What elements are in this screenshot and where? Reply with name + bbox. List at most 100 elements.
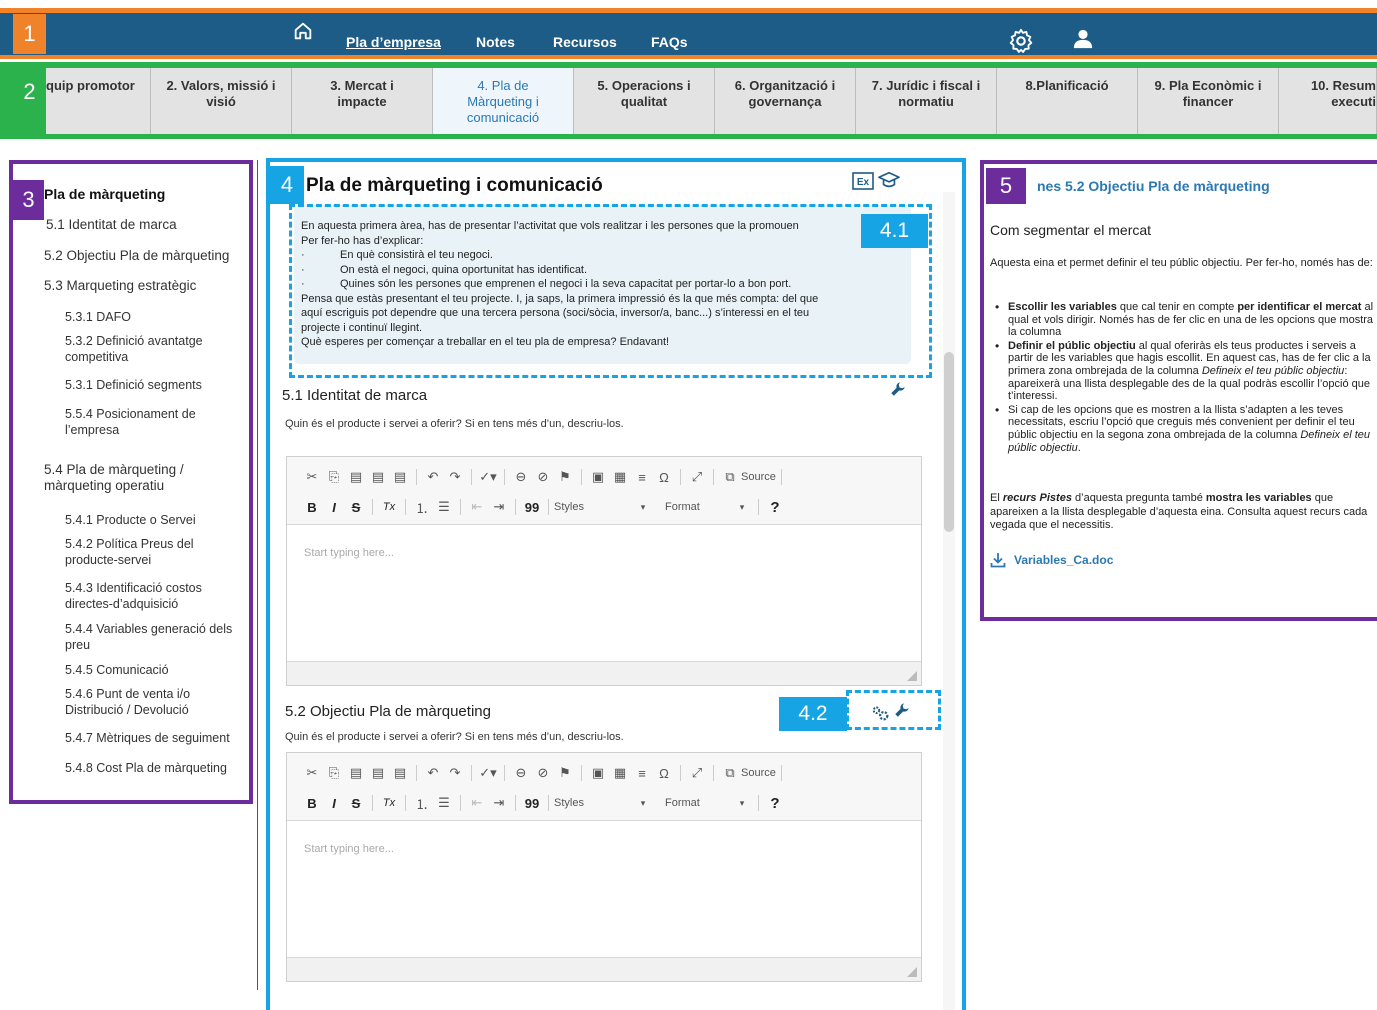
gears-icon[interactable] (870, 703, 892, 723)
strike-button[interactable]: S (345, 500, 367, 515)
special-char-icon[interactable]: Ω (653, 766, 675, 781)
nav-link-pla-empresa[interactable]: Pla d’empresa (346, 34, 441, 50)
help-button[interactable]: ? (764, 795, 786, 812)
maximize-icon[interactable]: ⤢ (686, 765, 708, 781)
rich-text-editor-5-2[interactable]: ✂ ⎘ ▤ ▤ ▤ ↶ ↷ ✓▾ ⊖ ⊘ ⚑ ▣ ▦ ≡ Ω ⤢ ⧉ Sourc… (286, 752, 922, 982)
tab-resum-executiu[interactable]: 10. Resum executi (1279, 68, 1377, 134)
paste-text-icon[interactable]: ▤ (367, 765, 389, 781)
cut-icon[interactable]: ✂ (301, 765, 323, 781)
sidebar-item-5-4-3[interactable]: 5.4.3 Identificació costos directes-d’ad… (65, 580, 235, 612)
sidebar-item-5-4-7[interactable]: 5.4.7 Mètriques de seguiment (65, 730, 230, 746)
outdent-icon[interactable]: ⇤ (466, 795, 488, 811)
tab-equip-promotor[interactable]: quip promotor (46, 68, 151, 134)
source-icon[interactable]: ⧉ (719, 469, 741, 485)
table-icon[interactable]: ▦ (609, 469, 631, 485)
strike-button[interactable]: S (345, 796, 367, 811)
image-icon[interactable]: ▣ (587, 469, 609, 485)
undo-icon[interactable]: ↶ (422, 469, 444, 485)
styles-dropdown[interactable]: Styles (554, 501, 632, 513)
link-icon[interactable]: ⊖ (510, 765, 532, 781)
chevron-down-icon[interactable]: ▾ (731, 502, 753, 513)
paste-icon[interactable]: ▤ (345, 765, 367, 781)
remove-format-button[interactable]: Tx (378, 797, 400, 809)
horizontal-rule-icon[interactable]: ≡ (631, 766, 653, 781)
sidebar-item-5-4-2[interactable]: 5.4.2 Política Preus del producte-servei (65, 536, 225, 568)
source-button[interactable]: Source (741, 471, 776, 483)
paste-word-icon[interactable]: ▤ (389, 765, 411, 781)
cut-icon[interactable]: ✂ (301, 469, 323, 485)
tab-operacions[interactable]: 5. Operacions i qualitat (574, 68, 715, 134)
graduation-cap-icon[interactable] (878, 170, 900, 190)
indent-icon[interactable]: ⇥ (488, 499, 510, 515)
bold-button[interactable]: B (301, 500, 323, 515)
tab-pla-marqueting[interactable]: 4. Pla de Màrqueting i comunicació (433, 68, 574, 134)
undo-icon[interactable]: ↶ (422, 765, 444, 781)
table-icon[interactable]: ▦ (609, 765, 631, 781)
tab-planificacio[interactable]: 8.Planificació (997, 68, 1138, 134)
copy-icon[interactable]: ⎘ (323, 469, 345, 485)
format-dropdown[interactable]: Format (665, 797, 731, 809)
bullet-list-icon[interactable]: ☰ (433, 499, 455, 515)
tab-juridic[interactable]: 7. Jurídic i fiscal i normatiu (856, 68, 997, 134)
image-icon[interactable]: ▣ (587, 765, 609, 781)
sidebar-item-5-3-1-segments[interactable]: 5.3.1 Definició segments (65, 377, 202, 393)
italic-button[interactable]: I (323, 500, 345, 515)
tab-mercat[interactable]: 3. Mercat i impacte (292, 68, 433, 134)
redo-icon[interactable]: ↷ (444, 469, 466, 485)
chevron-down-icon[interactable]: ▾ (632, 502, 654, 513)
sidebar-item-5-4-5[interactable]: 5.4.5 Comunicació (65, 662, 169, 678)
horizontal-rule-icon[interactable]: ≡ (631, 470, 653, 485)
rich-text-editor-5-1[interactable]: ✂ ⎘ ▤ ▤ ▤ ↶ ↷ ✓▾ ⊖ ⊘ ⚑ ▣ ▦ ≡ Ω ⤢ ⧉ Sourc… (286, 456, 922, 686)
bullet-list-icon[interactable]: ☰ (433, 795, 455, 811)
scrollbar-thumb[interactable] (944, 352, 954, 532)
outdent-icon[interactable]: ⇤ (466, 499, 488, 515)
tab-pla-economic[interactable]: 9. Pla Econòmic i financer (1138, 68, 1279, 134)
sidebar-item-5-4-8[interactable]: 5.4.8 Cost Pla de màrqueting (65, 760, 227, 776)
unlink-icon[interactable]: ⊘ (532, 765, 554, 781)
sidebar-item-5-3-2[interactable]: 5.3.2 Definició avantatge competitiva (65, 333, 240, 365)
tab-organitzacio[interactable]: 6. Organització i governança (715, 68, 856, 134)
scrollbar-track[interactable] (943, 192, 955, 1010)
special-char-icon[interactable]: Ω (653, 470, 675, 485)
gear-icon[interactable] (1007, 27, 1035, 55)
nav-link-faqs[interactable]: FAQs (651, 34, 688, 50)
italic-button[interactable]: I (323, 796, 345, 811)
redo-icon[interactable]: ↷ (444, 765, 466, 781)
blockquote-button[interactable]: 99 (521, 500, 543, 515)
maximize-icon[interactable]: ⤢ (686, 469, 708, 485)
home-icon[interactable] (292, 20, 314, 42)
blockquote-button[interactable]: 99 (521, 796, 543, 811)
download-file-link[interactable]: Variables_Ca.doc (990, 552, 1113, 568)
nav-link-notes[interactable]: Notes (476, 34, 515, 50)
tab-valors[interactable]: 2. Valors, missió i visió (151, 68, 292, 134)
source-icon[interactable]: ⧉ (719, 765, 741, 781)
sidebar-item-5-4-6[interactable]: 5.4.6 Punt de venta i/o Distribució / De… (65, 686, 220, 718)
source-button[interactable]: Source (741, 767, 776, 779)
paste-icon[interactable]: ▤ (345, 469, 367, 485)
sidebar-item-5-4-1[interactable]: 5.4.1 Producte o Servei (65, 512, 196, 528)
link-icon[interactable]: ⊖ (510, 469, 532, 485)
remove-format-button[interactable]: Tx (378, 501, 400, 513)
help-button[interactable]: ? (764, 499, 786, 516)
bold-button[interactable]: B (301, 796, 323, 811)
wrench-icon[interactable] (893, 701, 911, 719)
numbered-list-icon[interactable]: ⒈ (411, 794, 433, 813)
sidebar-item-5-1[interactable]: 5.1 Identitat de marca (46, 217, 177, 233)
chevron-down-icon[interactable]: ▾ (632, 798, 654, 809)
indent-icon[interactable]: ⇥ (488, 795, 510, 811)
sidebar-item-5-4-4[interactable]: 5.4.4 Variables generació dels preu (65, 621, 249, 653)
sidebar-item-5-5-4[interactable]: 5.5.4 Posicionament de l’empresa (65, 406, 225, 438)
anchor-flag-icon[interactable]: ⚑ (554, 469, 576, 485)
sidebar-item-5-3-1-dafo[interactable]: 5.3.1 DAFO (65, 309, 131, 325)
resize-grip-icon[interactable] (907, 671, 917, 681)
spellcheck-icon[interactable]: ✓▾ (477, 765, 499, 781)
sidebar-item-5-4[interactable]: 5.4 Pla de màrqueting / màrqueting opera… (44, 462, 224, 494)
format-dropdown[interactable]: Format (665, 501, 731, 513)
wrench-icon[interactable] (889, 380, 907, 398)
user-icon[interactable] (1072, 28, 1094, 50)
paste-word-icon[interactable]: ▤ (389, 469, 411, 485)
spellcheck-icon[interactable]: ✓▾ (477, 469, 499, 485)
anchor-flag-icon[interactable]: ⚑ (554, 765, 576, 781)
unlink-icon[interactable]: ⊘ (532, 469, 554, 485)
sidebar-item-5-3[interactable]: 5.3 Marqueting estratègic (44, 278, 196, 294)
